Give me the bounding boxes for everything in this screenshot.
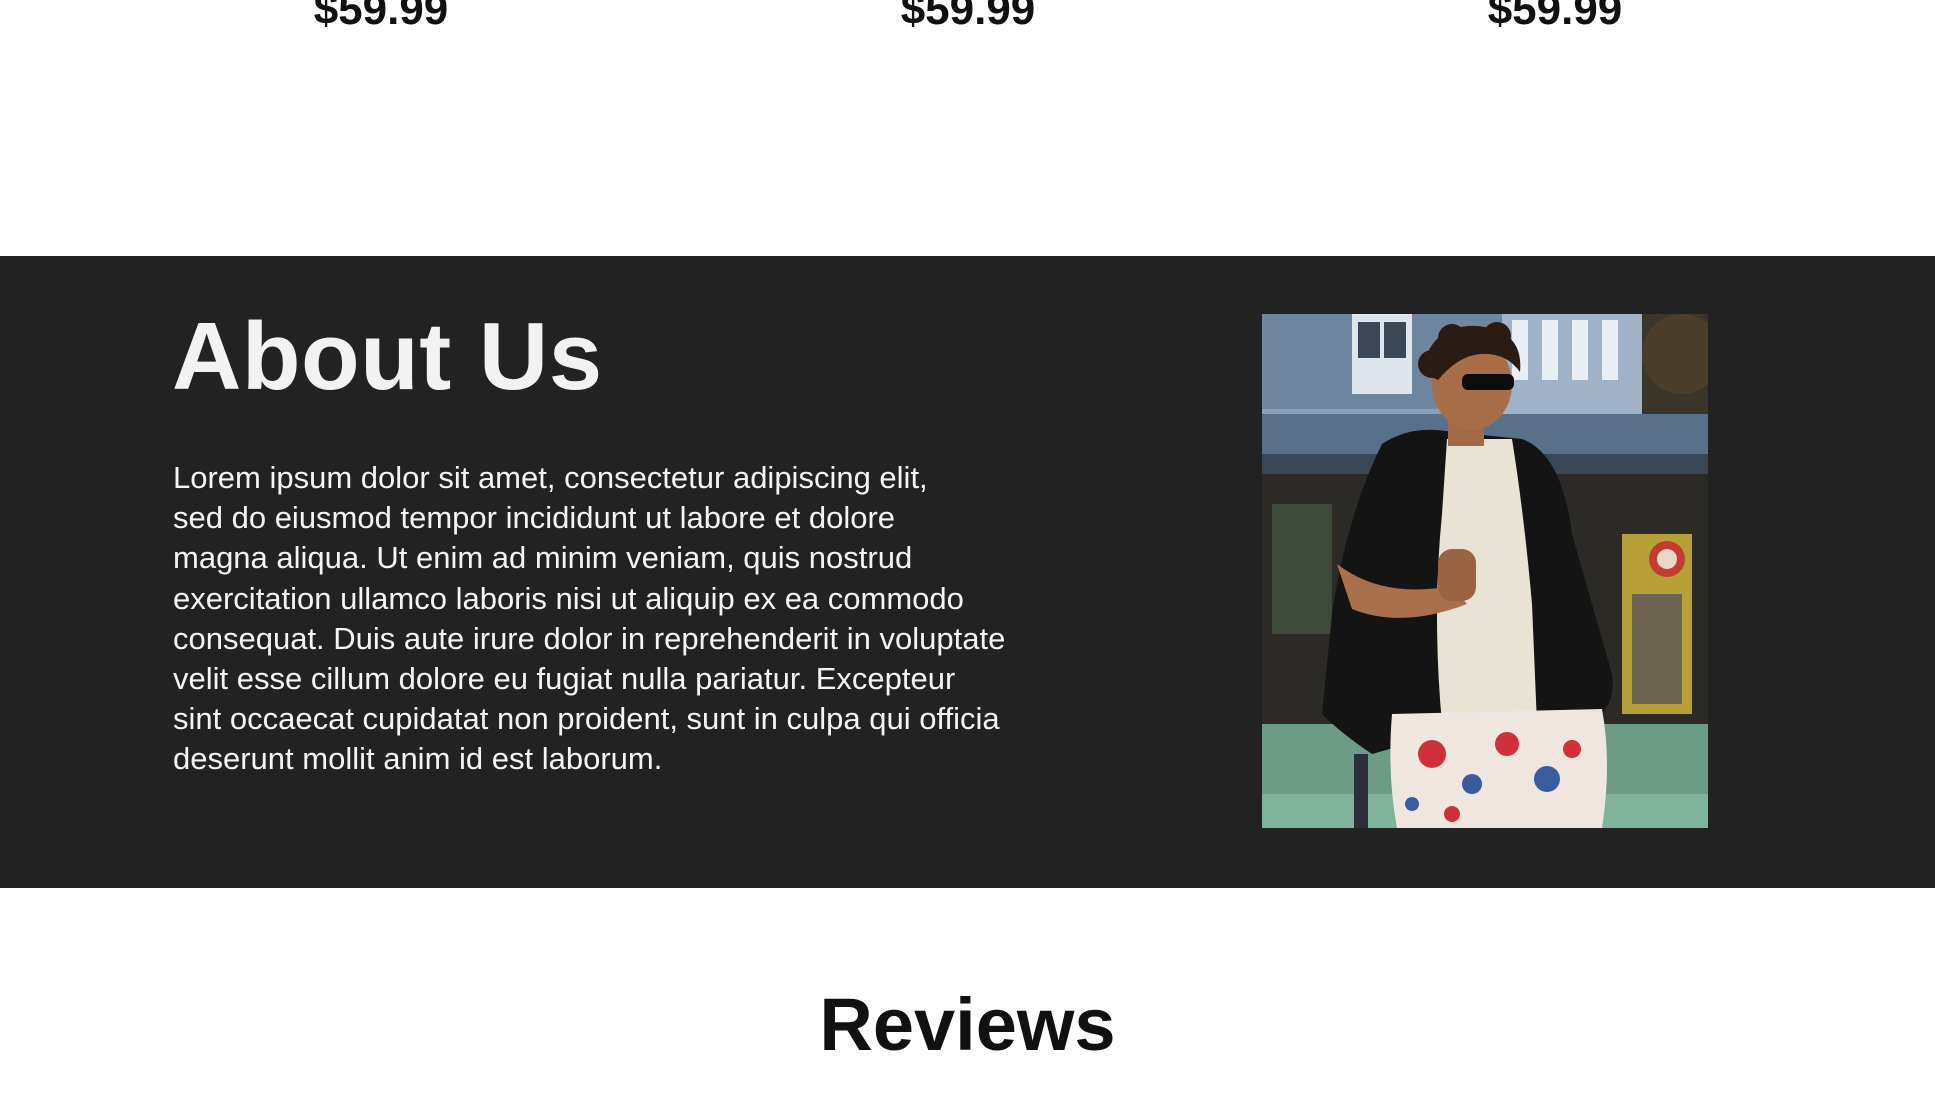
about-text-line: deserunt mollit anim id est laborum.	[173, 741, 663, 777]
about-title: About Us	[172, 303, 603, 410]
page: $59.99 $59.99 $59.99 About Us Lorem ipsu…	[0, 0, 1935, 1110]
about-text-line: Lorem ipsum dolor sit amet, consectetur …	[173, 460, 928, 495]
product-price: $59.99	[900, 0, 1036, 34]
about-text-line: exercitation ullamco laboris nisi ut ali…	[173, 580, 964, 616]
about-photo	[1262, 314, 1708, 828]
model-photo-illustration	[1262, 314, 1708, 828]
product-price-row: $59.99 $59.99 $59.99	[0, 0, 1935, 256]
reviews-title: Reviews	[819, 983, 1116, 1066]
about-section: About Us Lorem ipsum dolor sit amet, con…	[0, 256, 1935, 888]
about-text-line: sed do eiusmod tempor incididunt ut labo…	[173, 500, 896, 536]
about-text-line: consequat. Duis aute irure dolor in repr…	[173, 620, 1006, 656]
about-text-line: sint occaecat cupidatat non proident, su…	[173, 701, 1000, 737]
about-text-line: velit esse cillum dolore eu fugiat nulla…	[173, 661, 956, 697]
about-text-line: magna aliqua. Ut enim ad minim veniam, q…	[173, 540, 913, 576]
about-paragraph: Lorem ipsum dolor sit amet, consectetur …	[173, 458, 1093, 780]
product-price: $59.99	[1487, 0, 1623, 34]
product-price: $59.99	[313, 0, 449, 34]
